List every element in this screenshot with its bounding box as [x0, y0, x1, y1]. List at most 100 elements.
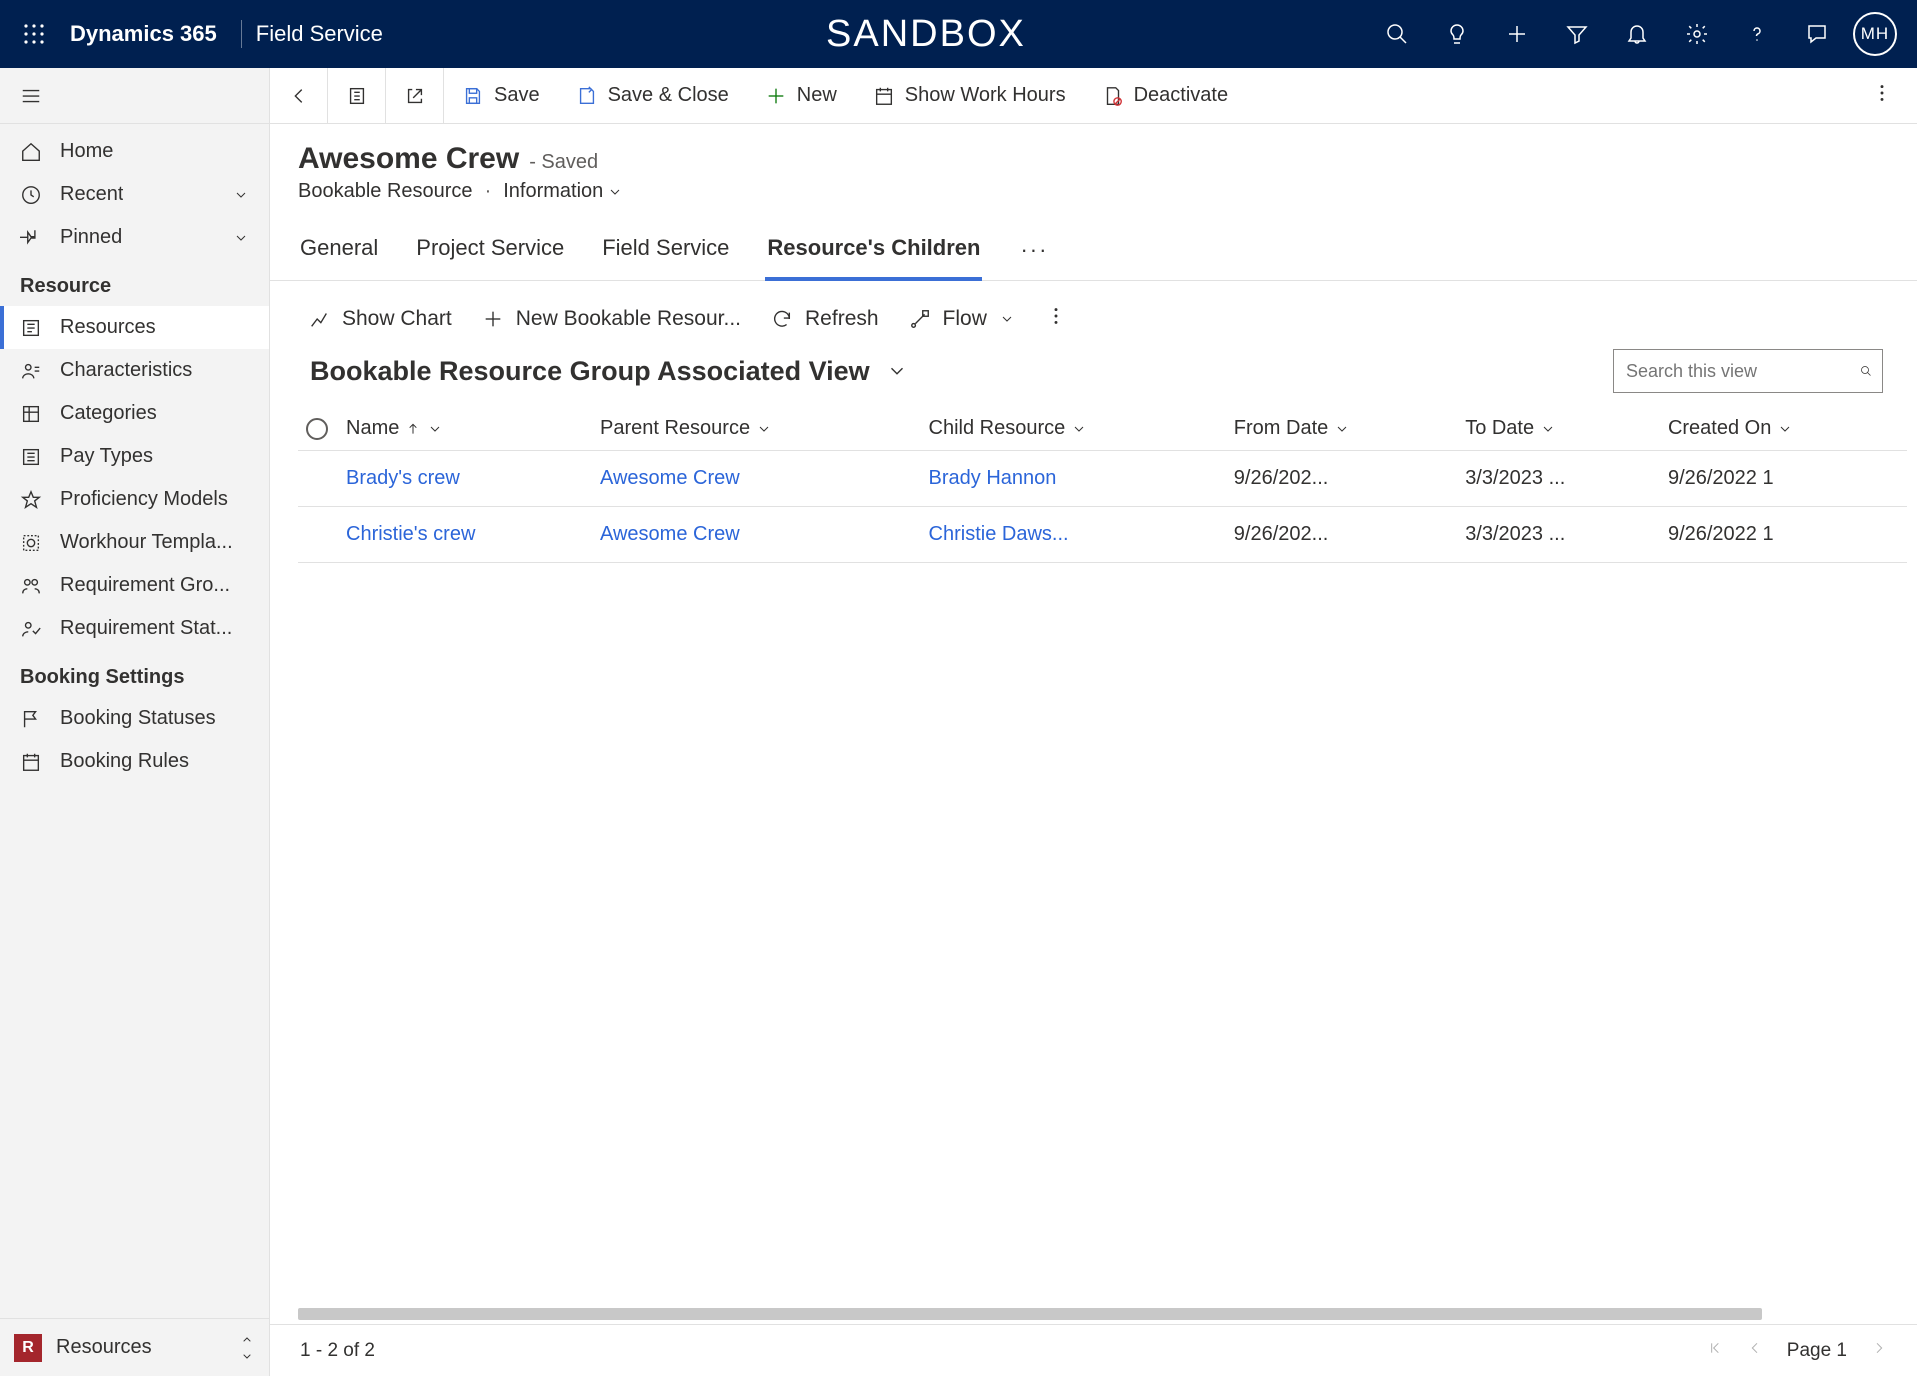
cell-name[interactable]: Brady's crew [338, 451, 592, 507]
nav-requirement-statuses[interactable]: Requirement Stat... [0, 607, 269, 650]
nav-home[interactable]: Home [0, 130, 269, 173]
col-label: Created On [1668, 417, 1771, 440]
refresh-button[interactable]: Refresh [771, 307, 879, 331]
tab-project-service[interactable]: Project Service [414, 225, 566, 281]
col-to-date[interactable]: To Date [1457, 407, 1660, 451]
chevron-down-icon [1071, 421, 1087, 437]
chevron-down-icon [1777, 421, 1793, 437]
assistant-button[interactable] [1429, 0, 1485, 68]
prev-page-button[interactable] [1747, 1340, 1763, 1362]
nav-categories[interactable]: Categories [0, 392, 269, 435]
search-input[interactable] [1624, 360, 1860, 383]
add-button[interactable] [1489, 0, 1545, 68]
flag-icon [20, 708, 42, 730]
area-switcher[interactable]: R Resources [0, 1318, 269, 1376]
flow-button[interactable]: Flow [909, 307, 1015, 331]
save-label: Save [494, 84, 540, 107]
app-launcher-button[interactable] [12, 12, 56, 56]
tab-resources-children[interactable]: Resource's Children [765, 225, 982, 281]
cell-parent[interactable]: Awesome Crew [592, 451, 921, 507]
cell-name[interactable]: Christie's crew [338, 507, 592, 563]
chevron-down-icon [233, 230, 249, 246]
save-close-icon [576, 85, 598, 107]
settings-button[interactable] [1669, 0, 1725, 68]
first-page-button[interactable] [1707, 1340, 1723, 1362]
cell-child[interactable]: Brady Hannon [921, 451, 1226, 507]
area-label: Resources [56, 1336, 225, 1359]
new-button[interactable]: New [747, 68, 855, 123]
nav-pinned[interactable]: Pinned [0, 216, 269, 259]
col-label: Name [346, 417, 399, 440]
help-button[interactable] [1729, 0, 1785, 68]
nav-workhour-templates[interactable]: Workhour Templa... [0, 521, 269, 564]
select-all-checkbox[interactable] [306, 418, 328, 440]
view-selector[interactable]: Bookable Resource Group Associated View [304, 356, 908, 387]
tab-field-service[interactable]: Field Service [600, 225, 731, 281]
sidebar-toggle[interactable] [0, 68, 269, 124]
record-header: Awesome Crew - Saved Bookable Resource ·… [270, 124, 1917, 207]
table-row[interactable]: Christie's crewAwesome CrewChristie Daws… [298, 507, 1907, 563]
people-icon [20, 575, 42, 597]
nav-booking-rules[interactable]: Booking Rules [0, 740, 269, 783]
form-selector[interactable]: Information [503, 180, 623, 203]
status-icon [20, 618, 42, 640]
view-header: Bookable Resource Group Associated View [270, 343, 1917, 407]
grid-footer: 1 - 2 of 2 Page 1 [270, 1324, 1917, 1376]
tab-general[interactable]: General [298, 225, 380, 281]
subgrid-overflow[interactable] [1045, 305, 1067, 333]
search-button[interactable] [1369, 0, 1425, 68]
back-button[interactable] [270, 68, 328, 123]
cell-created: 9/26/2022 1 [1660, 507, 1907, 563]
nav-pay-types[interactable]: Pay Types [0, 435, 269, 478]
nav-label: Requirement Stat... [60, 617, 232, 640]
nav-requirement-groups[interactable]: Requirement Gro... [0, 564, 269, 607]
cell-child[interactable]: Christie Daws... [921, 507, 1226, 563]
page-label: Page 1 [1787, 1340, 1847, 1362]
chevron-down-icon [427, 421, 443, 437]
col-parent-resource[interactable]: Parent Resource [592, 407, 921, 451]
table-row[interactable]: Brady's crewAwesome CrewBrady Hannon9/26… [298, 451, 1907, 507]
brand-label[interactable]: Dynamics 365 [60, 21, 227, 47]
horizontal-scrollbar[interactable] [298, 1308, 1889, 1320]
tab-label: Field Service [602, 235, 729, 260]
show-work-hours-label: Show Work Hours [905, 84, 1066, 107]
cell-parent[interactable]: Awesome Crew [592, 507, 921, 563]
nav-booking-statuses[interactable]: Booking Statuses [0, 697, 269, 740]
command-overflow[interactable] [1847, 82, 1917, 109]
show-chart-button[interactable]: Show Chart [308, 307, 452, 331]
nav-group-booking-settings: Booking Settings [0, 650, 269, 697]
nav-label: Booking Statuses [60, 707, 216, 730]
nav-proficiency[interactable]: Proficiency Models [0, 478, 269, 521]
col-created-on[interactable]: Created On [1660, 407, 1907, 451]
save-button[interactable]: Save [444, 68, 558, 123]
user-avatar[interactable]: MH [1853, 12, 1897, 56]
calendar-icon [873, 85, 895, 107]
show-work-hours-button[interactable]: Show Work Hours [855, 68, 1084, 123]
col-name[interactable]: Name [338, 407, 592, 451]
open-record-set-button[interactable] [328, 68, 386, 123]
nav-characteristics[interactable]: Characteristics [0, 349, 269, 392]
app-name[interactable]: Field Service [256, 21, 403, 47]
area-badge: R [14, 1334, 42, 1362]
search-box[interactable] [1613, 349, 1883, 393]
deactivate-button[interactable]: Deactivate [1084, 68, 1247, 123]
chat-button[interactable] [1789, 0, 1845, 68]
nav-group-resource: Resource [0, 259, 269, 306]
refresh-icon [771, 308, 793, 330]
search-icon[interactable] [1860, 360, 1872, 382]
next-page-button[interactable] [1871, 1340, 1887, 1362]
tabs-overflow[interactable]: ··· [1016, 225, 1052, 280]
nav-label: Workhour Templa... [60, 531, 233, 554]
save-close-button[interactable]: Save & Close [558, 68, 747, 123]
new-bookable-resource-button[interactable]: New Bookable Resour... [482, 307, 741, 331]
nav-recent[interactable]: Recent [0, 173, 269, 216]
resources-icon [20, 317, 42, 339]
global-top-bar: Dynamics 365 Field Service SANDBOX MH [0, 0, 1917, 68]
popout-button[interactable] [386, 68, 444, 123]
col-child-resource[interactable]: Child Resource [921, 407, 1226, 451]
filter-button[interactable] [1549, 0, 1605, 68]
notifications-button[interactable] [1609, 0, 1665, 68]
nav-resources[interactable]: Resources [0, 306, 269, 349]
plus-icon [765, 85, 787, 107]
col-from-date[interactable]: From Date [1226, 407, 1457, 451]
